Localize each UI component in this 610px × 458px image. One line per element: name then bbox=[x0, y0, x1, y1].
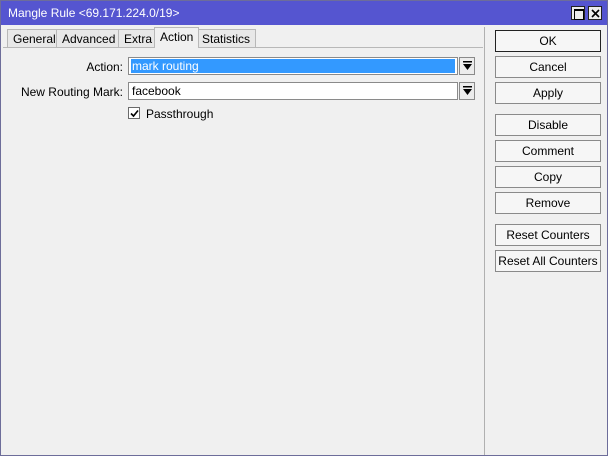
action-tab-panel: Action: mark routing New Routing Mark: f… bbox=[3, 47, 483, 453]
maximize-icon[interactable] bbox=[571, 6, 585, 20]
window-title: Mangle Rule <69.171.224.0/19> bbox=[8, 6, 180, 20]
disable-button[interactable]: Disable bbox=[495, 114, 601, 136]
apply-button[interactable]: Apply bbox=[495, 82, 601, 104]
tab-extra[interactable]: Extra bbox=[118, 29, 159, 47]
title-bar[interactable]: Mangle Rule <69.171.224.0/19> bbox=[1, 1, 607, 25]
action-dropdown-button[interactable] bbox=[459, 57, 475, 75]
chevron-down-icon bbox=[463, 61, 472, 70]
copy-button[interactable]: Copy bbox=[495, 166, 601, 188]
reset-counters-button[interactable]: Reset Counters bbox=[495, 224, 601, 246]
passthrough-label: Passthrough bbox=[146, 107, 214, 121]
routing-mark-label: New Routing Mark: bbox=[20, 85, 123, 99]
ok-button[interactable]: OK bbox=[495, 30, 601, 52]
routing-mark-value: facebook bbox=[132, 84, 181, 98]
close-icon[interactable] bbox=[588, 6, 602, 20]
remove-button[interactable]: Remove bbox=[495, 192, 601, 214]
reset-all-counters-button[interactable]: Reset All Counters bbox=[495, 250, 601, 272]
panel-divider bbox=[484, 27, 485, 455]
tab-bar: General Advanced Extra Action Statistics bbox=[7, 27, 477, 48]
action-select[interactable]: mark routing bbox=[128, 57, 458, 75]
passthrough-checkbox[interactable] bbox=[128, 107, 140, 119]
routing-mark-input[interactable]: facebook bbox=[128, 82, 458, 100]
comment-button[interactable]: Comment bbox=[495, 140, 601, 162]
chevron-down-icon bbox=[463, 86, 472, 95]
routing-mark-dropdown-button[interactable] bbox=[459, 82, 475, 100]
tab-general[interactable]: General bbox=[7, 29, 62, 47]
tab-advanced[interactable]: Advanced bbox=[56, 29, 122, 47]
tab-statistics[interactable]: Statistics bbox=[196, 29, 257, 47]
action-value: mark routing bbox=[131, 59, 455, 73]
mangle-rule-window: Mangle Rule <69.171.224.0/19> General Ad… bbox=[0, 0, 608, 456]
action-label: Action: bbox=[86, 60, 123, 74]
check-icon bbox=[130, 109, 139, 118]
cancel-button[interactable]: Cancel bbox=[495, 56, 601, 78]
tab-action[interactable]: Action bbox=[154, 27, 200, 48]
